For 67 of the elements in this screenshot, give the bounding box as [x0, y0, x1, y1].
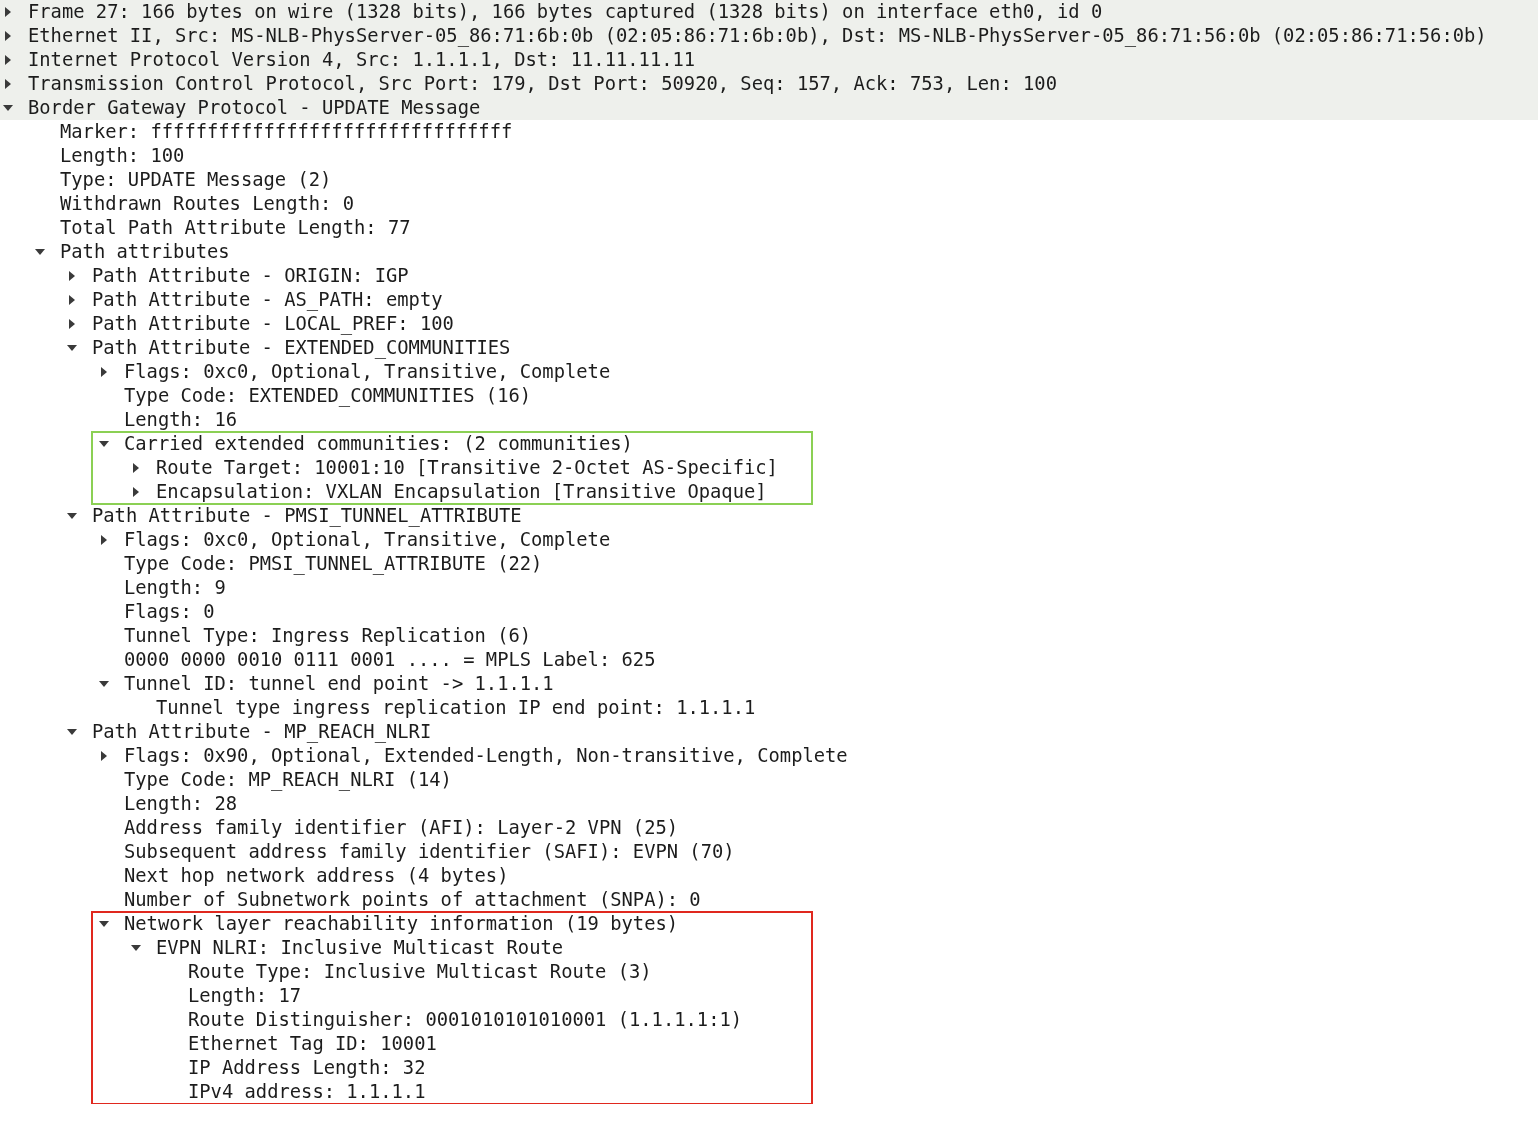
triangle-right-icon[interactable]	[67, 271, 77, 281]
tree-item-label[interactable]: Ethernet Tag ID: 10001	[188, 1032, 437, 1056]
tree-item-label[interactable]: Length: 28	[124, 792, 238, 816]
tree-item-label[interactable]: Route Type: Inclusive Multicast Route (3)	[188, 960, 652, 984]
tree-item-label[interactable]: Type Code: PMSI_TUNNEL_ATTRIBUTE (22)	[124, 552, 543, 576]
tree-item-label[interactable]: Marker: ffffffffffffffffffffffffffffffff	[60, 120, 513, 144]
triangle-right-icon[interactable]	[3, 79, 13, 89]
tree-item-label[interactable]: Subsequent address family identifier (SAFI): EVPN (70)	[124, 840, 735, 864]
triangle-right-icon[interactable]	[3, 7, 13, 17]
triangle-right-icon[interactable]	[99, 751, 109, 761]
triangle-down-icon[interactable]	[67, 727, 77, 737]
tree-item-label[interactable]: Encapsulation: VXLAN Encapsulation [Transitive Opaque]	[156, 480, 767, 504]
triangle-down-icon[interactable]	[67, 511, 77, 521]
tree-item-label[interactable]: Path Attribute - MP_REACH_NLRI	[92, 720, 432, 744]
triangle-down-icon[interactable]	[35, 247, 45, 257]
tree-item-label[interactable]: Ethernet II, Src: MS-NLB-PhysServer-05_86:71:6b:0b (02:05:86:71:6b:0b), Dst: MS-NLB-PhysServer-05_86:71:56:0b (02:05:86:71:56:0b)	[28, 24, 1487, 48]
tree-item-label[interactable]: Type: UPDATE Message (2)	[60, 168, 332, 192]
tree-item-label[interactable]: Border Gateway Protocol - UPDATE Message	[28, 96, 481, 120]
triangle-right-icon[interactable]	[131, 463, 141, 473]
triangle-right-icon[interactable]	[3, 55, 13, 65]
tree-item-label[interactable]: Path attributes	[60, 240, 230, 264]
tree-item-label[interactable]: IPv4 address: 1.1.1.1	[188, 1080, 426, 1104]
tree-item-label[interactable]: 0000 0000 0010 0111 0001 .... = MPLS Label: 625	[124, 648, 656, 672]
triangle-right-icon[interactable]	[131, 487, 141, 497]
tree-item-label[interactable]: Number of Subnetwork points of attachment (SNPA): 0	[124, 888, 701, 912]
triangle-right-icon[interactable]	[99, 535, 109, 545]
tree-item-label[interactable]: Path Attribute - PMSI_TUNNEL_ATTRIBUTE	[92, 504, 522, 528]
tree-item-label[interactable]: Internet Protocol Version 4, Src: 1.1.1.1, Dst: 11.11.11.11	[28, 48, 696, 72]
triangle-down-icon[interactable]	[67, 343, 77, 353]
tree-item-label[interactable]: IP Address Length: 32	[188, 1056, 426, 1080]
tree-item-label[interactable]: Next hop network address (4 bytes)	[124, 864, 509, 888]
triangle-right-icon[interactable]	[3, 31, 13, 41]
tree-item-label[interactable]: Length: 16	[124, 408, 238, 432]
tree-item-label[interactable]: Flags: 0x90, Optional, Extended-Length, Non-transitive, Complete	[124, 744, 848, 768]
triangle-right-icon[interactable]	[67, 319, 77, 329]
triangle-down-icon[interactable]	[99, 919, 109, 929]
tree-item-label[interactable]: Tunnel Type: Ingress Replication (6)	[124, 624, 532, 648]
tree-item-label[interactable]: Length: 100	[60, 144, 185, 168]
triangle-down-icon[interactable]	[3, 103, 13, 113]
tree-item-label[interactable]: Type Code: MP_REACH_NLRI (14)	[124, 768, 452, 792]
tree-item-label[interactable]: Tunnel type ingress replication IP end point: 1.1.1.1	[156, 696, 756, 720]
tree-item-label[interactable]: Transmission Control Protocol, Src Port: 179, Dst Port: 50920, Seq: 157, Ack: 753, Len: 100	[28, 72, 1057, 96]
tree-item-label[interactable]: Path Attribute - EXTENDED_COMMUNITIES	[92, 336, 511, 360]
tree-item-label[interactable]: Route Distinguisher: 0001010101010001 (1.1.1.1:1)	[188, 1008, 743, 1032]
tree-item-label[interactable]: Length: 9	[124, 576, 226, 600]
tree-item-label[interactable]: Length: 17	[188, 984, 302, 1008]
tree-item-label[interactable]: EVPN NLRI: Inclusive Multicast Route	[156, 936, 564, 960]
tree-item-label[interactable]: Flags: 0xc0, Optional, Transitive, Complete	[124, 528, 611, 552]
tree-item-label[interactable]: Route Target: 10001:10 [Transitive 2-Octet AS-Specific]	[156, 456, 778, 480]
tree-item-label[interactable]: Frame 27: 166 bytes on wire (1328 bits), 166 bytes captured (1328 bits) on interface eth0, id 0	[28, 0, 1103, 24]
tree-item-label[interactable]: Address family identifier (AFI): Layer-2 VPN (25)	[124, 816, 679, 840]
triangle-down-icon[interactable]	[99, 439, 109, 449]
tree-item-label[interactable]: Carried extended communities: (2 communities)	[124, 432, 633, 456]
tree-item-label[interactable]: Total Path Attribute Length: 77	[60, 216, 411, 240]
triangle-down-icon[interactable]	[131, 943, 141, 953]
tree-item-label[interactable]: Flags: 0xc0, Optional, Transitive, Complete	[124, 360, 611, 384]
tree-item-label[interactable]: Path Attribute - AS_PATH: empty	[92, 288, 443, 312]
tree-item-label[interactable]: Flags: 0	[124, 600, 215, 624]
triangle-right-icon[interactable]	[67, 295, 77, 305]
tree-item-label[interactable]: Path Attribute - LOCAL_PREF: 100	[92, 312, 454, 336]
tree-item-label[interactable]: Withdrawn Routes Length: 0	[60, 192, 354, 216]
tree-item-label[interactable]: Network layer reachability information (19 bytes)	[124, 912, 679, 936]
triangle-right-icon[interactable]	[99, 367, 109, 377]
tree-item-label[interactable]: Tunnel ID: tunnel end point -> 1.1.1.1	[124, 672, 554, 696]
tree-item-label[interactable]: Type Code: EXTENDED_COMMUNITIES (16)	[124, 384, 532, 408]
triangle-down-icon[interactable]	[99, 679, 109, 689]
tree-item-label[interactable]: Path Attribute - ORIGIN: IGP	[92, 264, 409, 288]
